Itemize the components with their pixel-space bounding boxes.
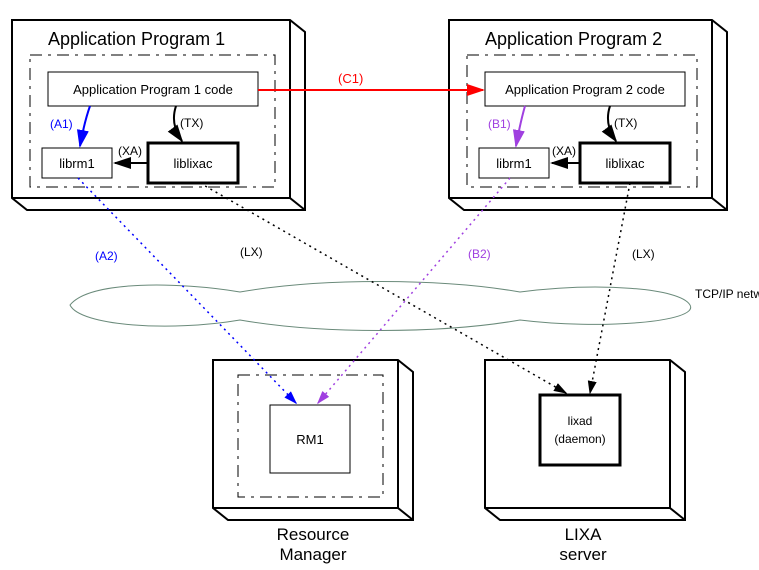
rm1-box: RM1 (296, 432, 323, 447)
resource-manager: RM1 Resource Manager (213, 360, 413, 564)
app1-code: Application Program 1 code (73, 82, 233, 97)
app2-title: Application Program 2 (485, 29, 662, 49)
lixa-title-1: LIXA (565, 525, 603, 544)
app2-code: Application Program 2 code (505, 82, 665, 97)
lixa-server: lixad (daemon) LIXA server (485, 360, 685, 564)
rm-title-2: Manager (279, 545, 346, 564)
label-a2: (A2) (95, 249, 118, 263)
app-program-1: Application Program 1 Application Progra… (12, 20, 305, 210)
label-c1: (C1) (338, 71, 363, 86)
app2-liblixac: liblixac (605, 156, 645, 171)
label-b2: (B2) (468, 247, 491, 261)
lixa-title-2: server (559, 545, 607, 564)
app2-librm1: librm1 (496, 156, 531, 171)
lixad-l1: lixad (568, 414, 593, 428)
label-xa2: (XA) (552, 144, 576, 158)
app-program-2: Application Program 2 Application Progra… (449, 20, 727, 210)
network-label: TCP/IP network (695, 287, 759, 301)
label-lx2: (LX) (632, 247, 655, 261)
label-tx2: (TX) (614, 116, 637, 130)
label-lx1: (LX) (240, 245, 263, 259)
app1-title: Application Program 1 (48, 29, 225, 49)
label-b1: (B1) (488, 117, 511, 131)
lixad-l2: (daemon) (554, 432, 605, 446)
architecture-diagram: Application Program 1 Application Progra… (0, 0, 759, 570)
label-tx1: (TX) (180, 116, 203, 130)
app1-librm1: librm1 (59, 156, 94, 171)
label-a1: (A1) (50, 117, 73, 131)
app1-liblixac: liblixac (173, 156, 213, 171)
label-xa1: (XA) (118, 144, 142, 158)
rm-title-1: Resource (277, 525, 350, 544)
